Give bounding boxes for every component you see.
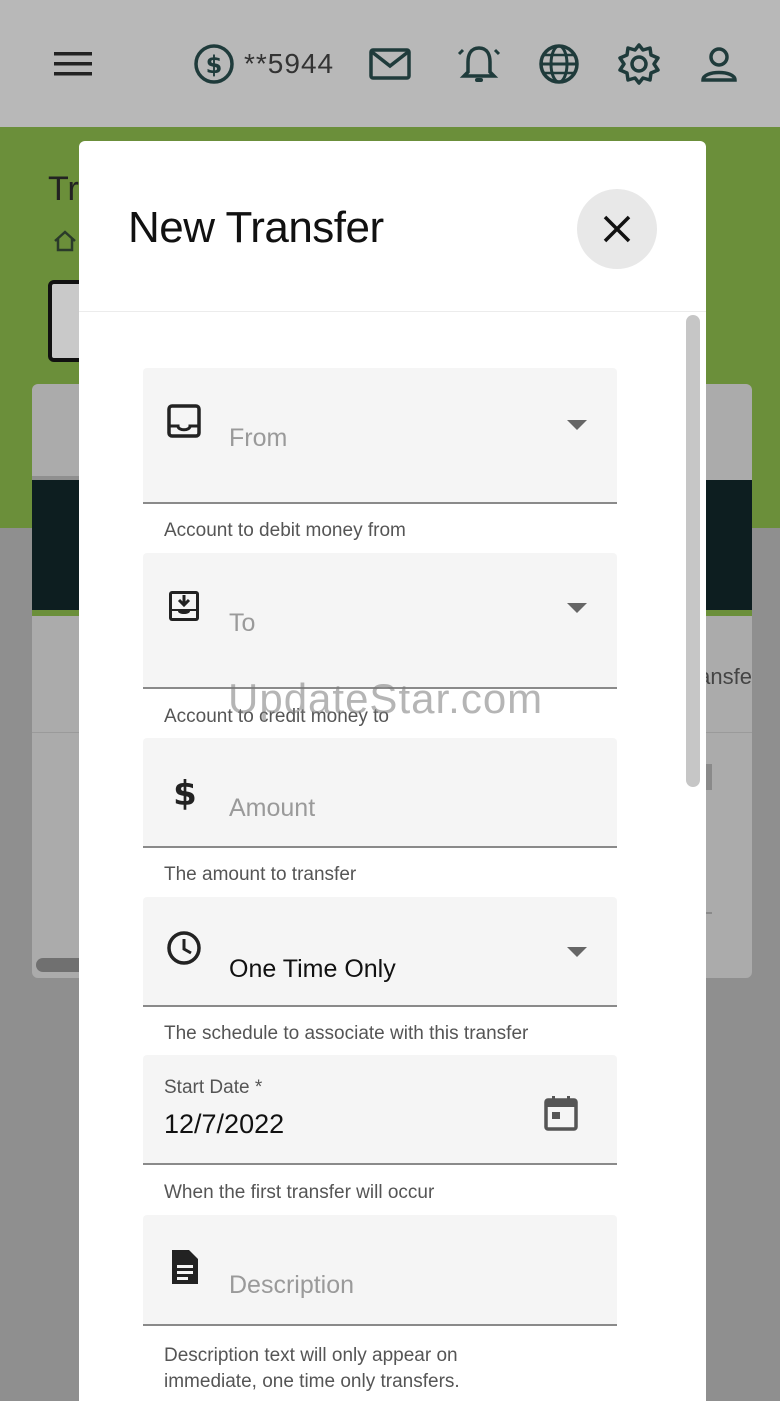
clock-icon [167, 931, 201, 965]
background-page-title: Tr [48, 170, 79, 208]
amount-label: Amount [229, 794, 316, 822]
gear-icon[interactable] [615, 40, 663, 88]
dollar-icon: $ [173, 774, 197, 812]
to-label: To [229, 609, 256, 637]
chevron-down-icon [567, 420, 587, 430]
from-hint: Account to debit money from [164, 520, 406, 541]
dialog-header: New Transfer [79, 141, 706, 312]
start-date-input[interactable]: Start Date * 12/7/2022 [143, 1055, 617, 1165]
schedule-value: One Time Only [229, 955, 396, 983]
globe-icon[interactable] [535, 40, 583, 88]
calendar-icon[interactable] [541, 1093, 581, 1133]
mail-icon[interactable] [366, 40, 414, 88]
description-label: Description [229, 1271, 355, 1299]
amount-input[interactable]: $ Amount [143, 738, 617, 848]
dialog-title: New Transfer [128, 203, 384, 252]
start-date-hint: When the first transfer will occur [164, 1182, 435, 1203]
background-mark [706, 764, 712, 790]
to-account-select[interactable]: To [143, 553, 617, 689]
start-date-label: Start Date * [164, 1077, 263, 1098]
dollar-circle-icon[interactable]: $ [190, 40, 238, 88]
svg-text:$: $ [206, 51, 223, 79]
chevron-down-icon [567, 603, 587, 613]
schedule-select[interactable]: One Time Only [143, 897, 617, 1007]
schedule-hint: The schedule to associate with this tran… [164, 1023, 529, 1044]
dialog-scrollbar[interactable] [686, 315, 700, 787]
new-transfer-dialog: New Transfer From Account to debit money… [79, 141, 706, 1401]
from-account-select[interactable]: From [143, 368, 617, 504]
alarm-bell-icon[interactable] [455, 40, 503, 88]
from-label: From [229, 424, 288, 452]
user-account-icon[interactable] [695, 40, 743, 88]
hamburger-menu-icon[interactable] [50, 40, 98, 88]
start-date-value: 12/7/2022 [164, 1109, 285, 1139]
background-text-snippet: ansfe [698, 664, 752, 689]
inbox-icon [167, 404, 201, 438]
description-hint: Description text will only appear on imm… [164, 1345, 460, 1392]
inbox-download-icon [169, 591, 199, 621]
home-icon [54, 230, 76, 252]
document-icon [172, 1250, 198, 1284]
chevron-down-icon [567, 947, 587, 957]
close-icon [603, 215, 631, 243]
to-hint: Account to credit money to [164, 706, 389, 727]
close-button[interactable] [577, 189, 657, 269]
description-input[interactable]: Description [143, 1215, 617, 1326]
account-number[interactable]: **5944 [244, 48, 334, 80]
svg-text:$: $ [173, 774, 197, 812]
amount-hint: The amount to transfer [164, 864, 357, 885]
top-app-bar: $ **5944 [0, 0, 780, 127]
